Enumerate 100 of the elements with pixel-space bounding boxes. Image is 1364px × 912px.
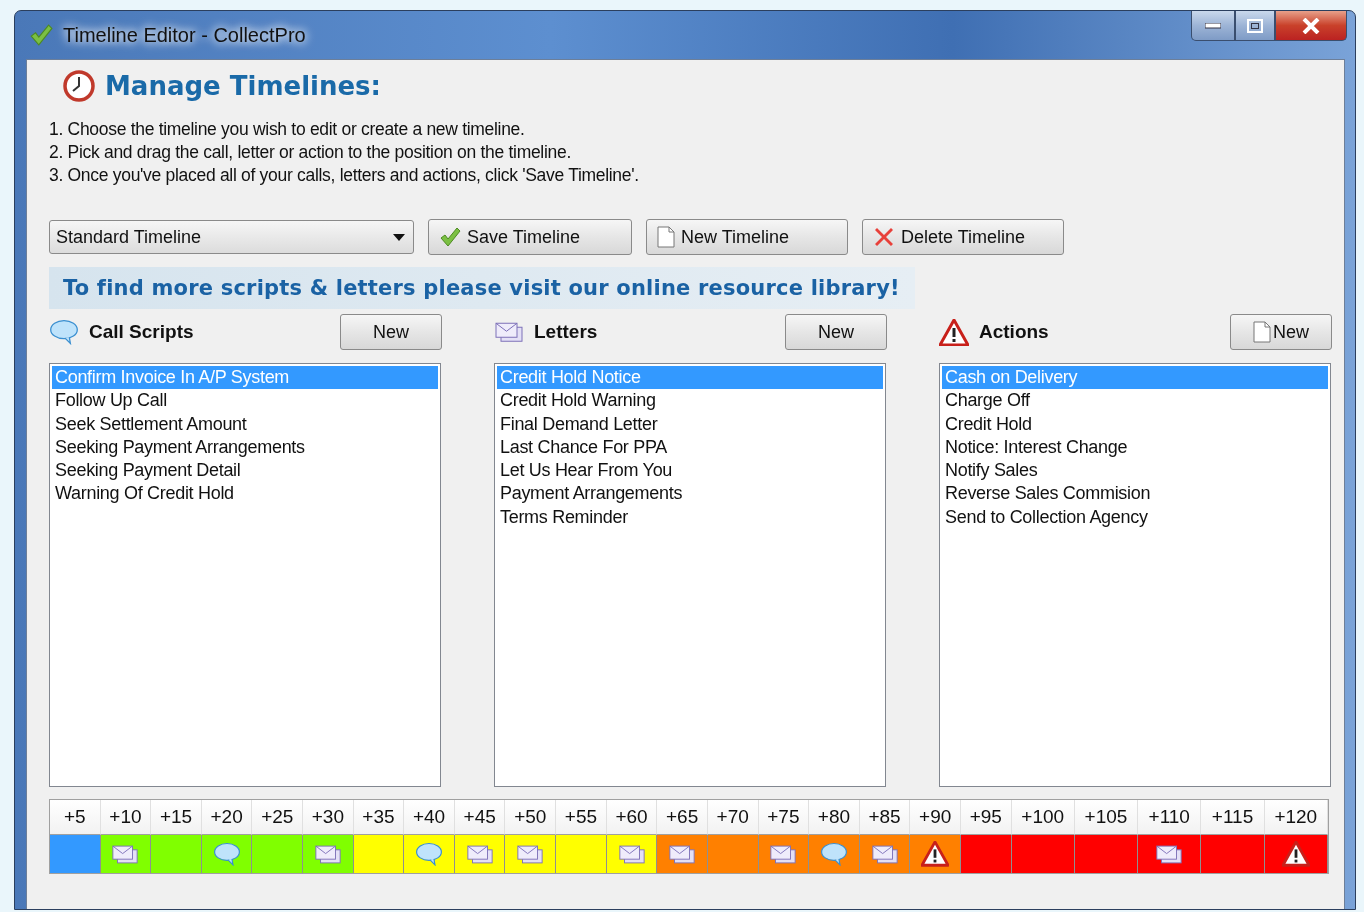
timeline-slot[interactable] (1138, 835, 1202, 873)
timeline-slot[interactable] (910, 835, 961, 873)
timeline-header: +95 (960, 800, 1012, 835)
timeline-header: +15 (151, 800, 202, 835)
timeline-dropdown[interactable]: Standard Timeline (49, 220, 414, 254)
panel-title: Actions (979, 321, 1050, 343)
speech-bubble-icon (415, 842, 444, 866)
envelope-icon (111, 843, 140, 865)
timeline-slot[interactable] (100, 835, 152, 873)
timeline-header: +105 (1074, 800, 1139, 835)
clock-icon (63, 70, 95, 102)
close-icon (873, 226, 895, 248)
checkmark-icon (29, 23, 53, 47)
list-item[interactable]: Last Chance For PPA (497, 435, 883, 460)
list-item[interactable]: Notify Sales (942, 459, 1328, 483)
list-item[interactable]: Let Us Hear From You (497, 459, 883, 483)
timeline-slot[interactable] (201, 835, 253, 873)
timeline-header: +30 (303, 800, 354, 835)
timeline-header: +5 (50, 800, 101, 835)
list-item[interactable]: Seeking Payment Detail (52, 459, 438, 483)
close-button[interactable] (1275, 11, 1347, 41)
list-item[interactable]: Credit Hold Warning (497, 389, 883, 413)
resource-banner[interactable]: To find more scripts & letters please visit our online resource library! (49, 267, 915, 309)
timeline-slot[interactable] (809, 835, 860, 873)
timeline-slot[interactable] (606, 835, 658, 873)
timeline-slot[interactable] (505, 835, 557, 873)
list-item[interactable]: Notice: Interest Change (942, 435, 1328, 460)
panel-title: Letters (534, 321, 599, 343)
timeline-slot[interactable] (859, 835, 911, 873)
instruction-text: 2. Pick and drag the call, letter or action to the position on the timeline. (49, 141, 572, 164)
toolbar-button[interactable]: Save Timeline (428, 219, 632, 255)
timeline-slot[interactable] (758, 835, 810, 873)
timeline-slot[interactable] (1264, 835, 1328, 873)
toolbar-button[interactable]: Delete Timeline (862, 219, 1064, 255)
list-item[interactable]: Terms Reminder (497, 505, 883, 530)
toolbar-button[interactable]: New Timeline (646, 219, 848, 255)
list-item[interactable]: Send to Collection Agency (942, 505, 1328, 530)
minimize-icon (1205, 22, 1221, 29)
timeline-header: +45 (454, 800, 506, 835)
timeline-header: +55 (556, 800, 607, 835)
speech-bubble-icon (212, 842, 241, 866)
instruction-text: 1. Choose the timeline you wish to edit or create a new timeline. (49, 118, 526, 141)
envelope-icon (465, 843, 494, 865)
envelope-icon (313, 843, 342, 865)
list-item[interactable]: Reverse Sales Commision (942, 482, 1328, 506)
list-item[interactable]: Warning Of Credit Hold (52, 482, 438, 506)
window-title: Timeline Editor - CollectPro (63, 23, 306, 47)
timeline-header: +75 (758, 800, 810, 835)
warning-icon (939, 318, 969, 346)
envelope-icon (668, 843, 697, 865)
list-item[interactable]: Final Demand Letter (497, 412, 883, 436)
timeline-header: +70 (707, 800, 759, 835)
list-item[interactable]: Credit Hold (942, 412, 1328, 436)
timeline-header: +50 (505, 800, 557, 835)
envelope-icon (870, 843, 899, 865)
timeline-slot[interactable] (404, 835, 455, 873)
timeline-slot[interactable] (657, 835, 708, 873)
timeline-header: +60 (606, 800, 658, 835)
new-button[interactable]: New (1230, 314, 1332, 350)
envelope-icon (617, 843, 646, 865)
timeline-header: +25 (252, 800, 304, 835)
timeline-header: +80 (809, 800, 860, 835)
timeline-header: +40 (404, 800, 455, 835)
page-heading: Manage Timelines: (105, 71, 381, 101)
new-button[interactable]: New (785, 314, 887, 350)
envelope-icon (516, 843, 545, 865)
minimize-button[interactable] (1191, 11, 1235, 41)
timeline-header: +120 (1264, 800, 1328, 835)
envelope-icon (769, 843, 798, 865)
timeline-header: +115 (1201, 800, 1265, 835)
list-item[interactable]: Payment Arrangements (497, 482, 883, 506)
timeline-header: +85 (859, 800, 911, 835)
timeline-header: +90 (910, 800, 961, 835)
maximize-icon (1247, 18, 1263, 33)
dropdown-arrow-icon (393, 233, 405, 241)
warning-icon (1281, 841, 1310, 867)
list-item[interactable]: Seeking Payment Arrangements (52, 435, 438, 460)
timeline-header: +110 (1138, 800, 1202, 835)
timeline-header: +35 (353, 800, 405, 835)
envelope-icon (1155, 843, 1184, 865)
document-icon (657, 226, 675, 248)
maximize-button[interactable] (1235, 11, 1275, 41)
speech-bubble-icon (49, 319, 79, 345)
timeline-slot[interactable] (303, 835, 354, 873)
new-button[interactable]: New (340, 314, 442, 350)
list-item[interactable]: Follow Up Call (52, 389, 438, 413)
document-icon (1253, 321, 1271, 343)
timeline-header: +65 (657, 800, 708, 835)
timeline-header: +10 (100, 800, 152, 835)
timeline-slot[interactable] (454, 835, 506, 873)
list-item[interactable]: Seek Settlement Amount (52, 412, 438, 436)
instruction-text: 3. Once you've placed all of your calls, letters and actions, click 'Save Timeline'. (49, 164, 640, 187)
timeline-header: +20 (201, 800, 253, 835)
timeline-slot[interactable] (353, 835, 405, 873)
checkmark-icon (439, 226, 461, 248)
timeline-header: +100 (1011, 800, 1075, 835)
list-item[interactable]: Charge Off (942, 389, 1328, 413)
close-icon (1302, 17, 1320, 34)
speech-bubble-icon (819, 842, 848, 866)
warning-icon (921, 841, 950, 867)
